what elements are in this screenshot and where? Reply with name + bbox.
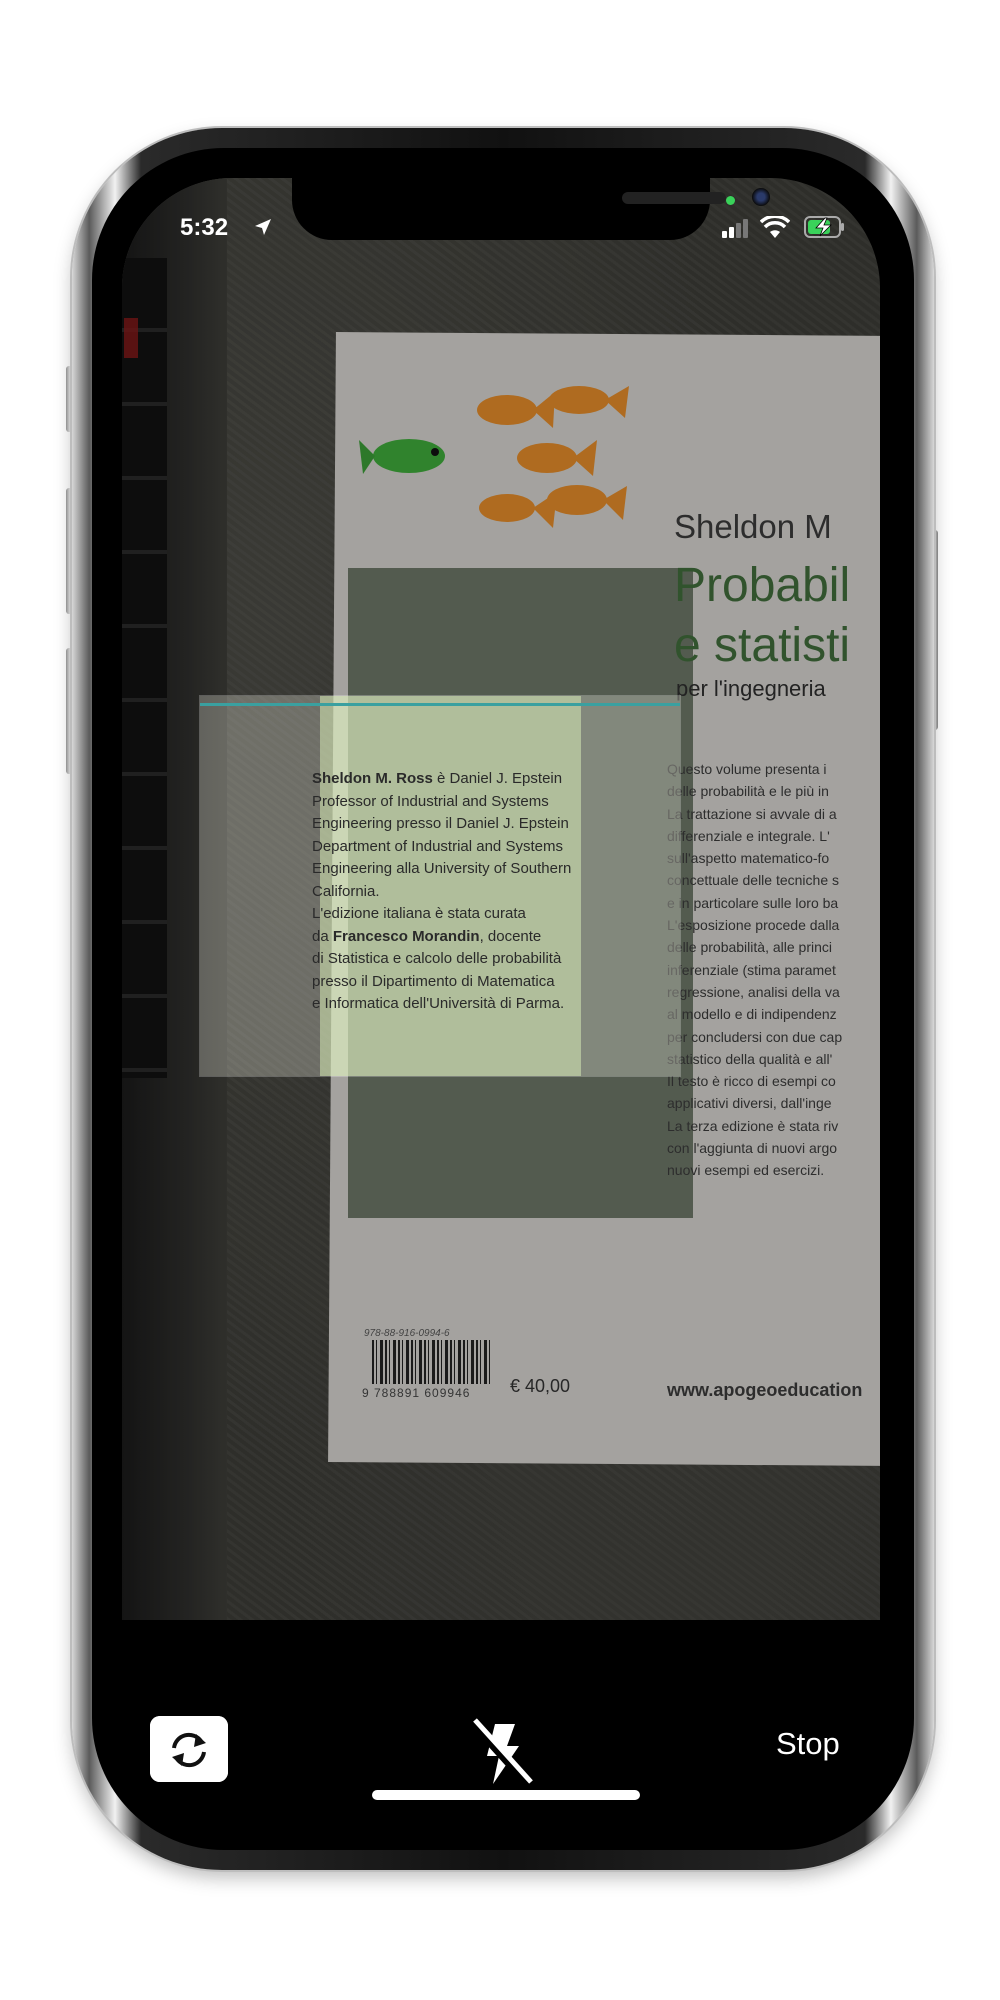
- bio-line-text: Engineering presso il Daniel J. Epstein: [312, 815, 569, 832]
- bio-line: Engineering presso il Daniel J. Epstein: [312, 813, 569, 836]
- flip-camera-button[interactable]: [150, 1716, 228, 1782]
- camera-viewfinder[interactable]: Sheldon M Probabil e statisti per l'inge…: [122, 178, 880, 1620]
- bio-line: Engineering alla University of Southern: [312, 858, 571, 881]
- bio-line-text: di Statistica e calcolo delle probabilit…: [312, 950, 562, 967]
- bio-line-text: Professor of Industrial and Systems: [312, 792, 549, 810]
- bio-line-text: , docente: [479, 927, 542, 945]
- notch: [292, 178, 770, 240]
- front-camera: [752, 188, 770, 206]
- flash-off-button[interactable]: [467, 1718, 537, 1790]
- bio-line-prefix: da: [312, 927, 333, 945]
- bio-line: California.: [312, 881, 542, 904]
- bio-line-text: L'edizione italiana è stata curata: [312, 905, 526, 922]
- bio-line: presso il Dipartimento di Matematica: [312, 971, 555, 994]
- location-arrow-icon: [254, 218, 272, 236]
- bio-line-text: Department of Industrial and Systems: [312, 837, 563, 855]
- bio-line-text: Engineering alla University of Southern: [312, 860, 572, 877]
- bio-line: di Statistica e calcolo delle probabilit…: [312, 948, 561, 971]
- stop-button[interactable]: Stop: [776, 1726, 840, 1762]
- scan-line: [200, 703, 680, 706]
- bio-line-text: è Daniel J. Epstein: [432, 770, 563, 787]
- bio-line-bold: Sheldon M. Ross: [312, 770, 433, 787]
- camera-rotate-icon: [150, 1716, 228, 1782]
- phone-screen: Sheldon M Probabil e statisti per l'inge…: [122, 178, 880, 1824]
- flash-off-icon: [469, 1718, 533, 1788]
- wifi-icon: [759, 214, 791, 240]
- bio-line: e Informatica dell'Università di Parma.: [312, 993, 564, 1016]
- bio-line-text: California.: [312, 882, 380, 900]
- bio-line-bold: Francesco Morandin: [332, 927, 480, 945]
- earpiece-speaker: [622, 192, 726, 204]
- cellular-signal-icon: [722, 218, 750, 238]
- home-indicator[interactable]: [372, 1790, 640, 1800]
- camera-in-use-indicator: [726, 196, 735, 205]
- status-time: 5:32: [180, 214, 229, 241]
- bio-line: Sheldon M. Ross è Daniel J. Epstein: [312, 768, 562, 791]
- bio-line: Professor of Industrial and Systems: [312, 791, 549, 814]
- bio-line: Department of Industrial and Systems: [312, 836, 563, 859]
- battery-charging-icon: [804, 216, 846, 238]
- bio-line: da Francesco Morandin, docente: [312, 926, 542, 949]
- bio-line-text: presso il Dipartimento di Matematica: [312, 972, 555, 990]
- bio-line-text: e Informatica dell'Università di Parma.: [312, 995, 565, 1012]
- author-bio-text: Sheldon M. Ross è Daniel J. Epstein Profe…: [312, 768, 571, 1016]
- bio-line: L'edizione italiana è stata curata: [312, 903, 542, 926]
